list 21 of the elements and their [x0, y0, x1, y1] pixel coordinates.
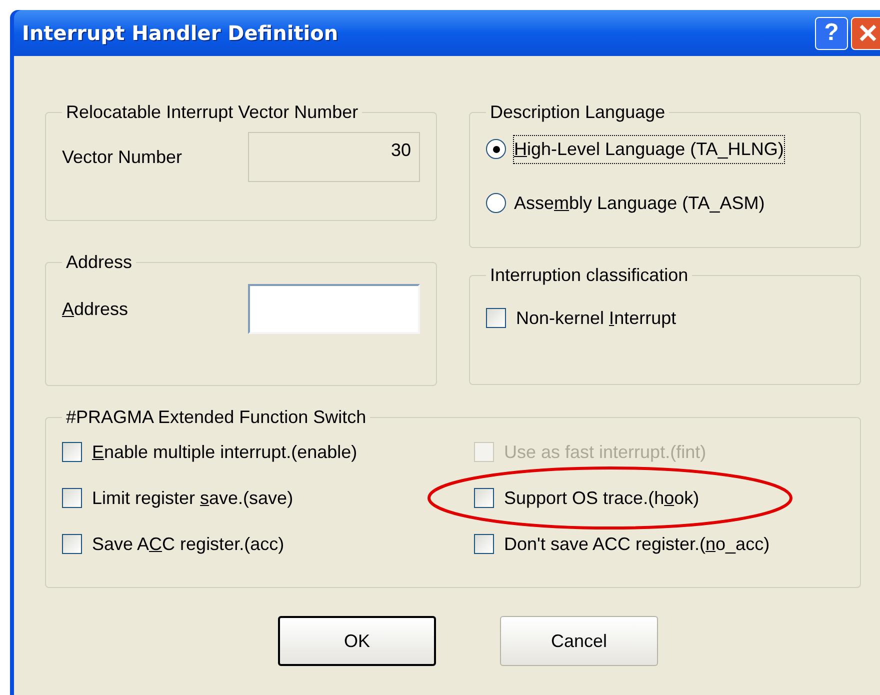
- group-title: Description Language: [489, 101, 666, 124]
- group-title: Relocatable Interrupt Vector Number: [65, 101, 360, 124]
- checkbox-label: Support OS trace.(hook): [504, 486, 700, 510]
- checkbox-label: Limit register save.(save): [92, 486, 294, 510]
- group-title: Address: [65, 251, 134, 274]
- checkbox-label: Non-kernel Interrupt: [516, 306, 676, 330]
- checkbox-label: Don't save ACC register.(no_acc): [504, 532, 770, 556]
- window-title: Interrupt Handler Definition: [22, 20, 338, 47]
- checkbox-label: Save ACC register.(acc): [92, 532, 284, 556]
- dialog-button[interactable]: Cancel: [500, 616, 658, 666]
- radio-label: High-Level Language (TA_HLNG): [514, 136, 784, 162]
- checkbox-label: Enable multiple interrupt.(enable): [92, 440, 358, 464]
- vector-number-field[interactable]: 30: [248, 132, 420, 182]
- field-label: Vector Number: [62, 146, 182, 168]
- dialog-button[interactable]: OK: [278, 616, 436, 666]
- checkbox-label: Use as fast interrupt.(fint): [504, 440, 706, 464]
- group-title: #PRAGMA Extended Function Switch: [65, 406, 368, 429]
- help-button[interactable]: ?: [815, 16, 848, 50]
- radio-label: Assembly Language (TA_ASM): [514, 192, 765, 215]
- field-label: Address: [62, 298, 128, 320]
- group-title: Interruption classification: [489, 264, 690, 287]
